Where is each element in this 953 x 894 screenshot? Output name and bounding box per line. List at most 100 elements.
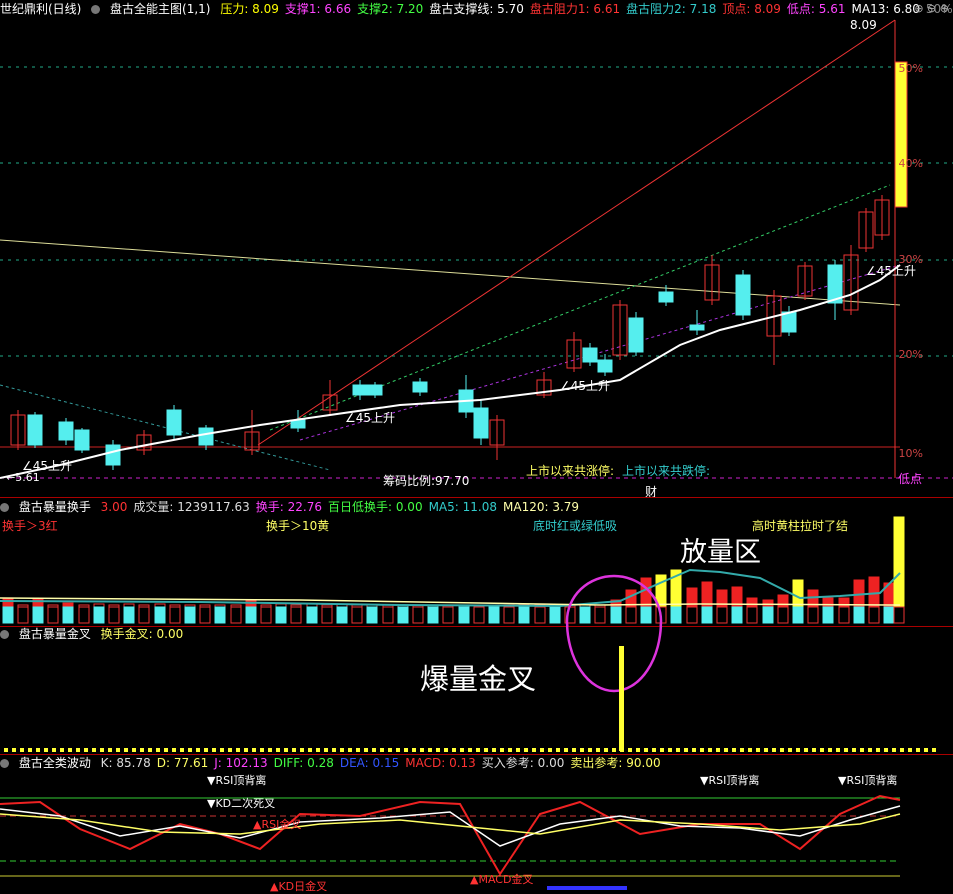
rise-label-2: ∠45上升 (345, 411, 396, 425)
lower-bar (883, 606, 895, 624)
candle (473, 407, 489, 439)
dot-mark (436, 748, 440, 752)
dot-mark (276, 748, 280, 752)
lower-bar (351, 606, 363, 624)
lower-bar (534, 606, 546, 624)
candle (105, 444, 121, 466)
dot-mark (164, 748, 168, 752)
lower-bar (701, 606, 713, 624)
dot-mark (228, 748, 232, 752)
lower-bar (154, 606, 166, 624)
dot-mark (556, 748, 560, 752)
dot-mark (324, 748, 328, 752)
candle (74, 429, 90, 451)
dot-mark (12, 748, 16, 752)
dot-mark (236, 748, 240, 752)
dot-mark (836, 748, 840, 752)
lower-bar (746, 606, 758, 624)
dot-mark (748, 748, 752, 752)
chip-ratio: 筹码比例:97.70 (383, 474, 470, 488)
kd-gold-cross: ▲KD日金叉 (270, 880, 328, 893)
dot-mark (444, 748, 448, 752)
dot-mark (412, 748, 416, 752)
dot-mark (724, 748, 728, 752)
lower-bar (366, 606, 378, 624)
lower-bar (458, 606, 470, 624)
dot-mark (700, 748, 704, 752)
candle-limit-up (894, 61, 908, 208)
dot-mark (220, 748, 224, 752)
lower-bar (214, 606, 226, 624)
dot-mark (636, 748, 640, 752)
gold-annotation: 爆量金叉 (420, 662, 537, 696)
dot-mark (652, 748, 656, 752)
lower-bar (184, 606, 196, 624)
dot-mark (124, 748, 128, 752)
dot-mark (332, 748, 336, 752)
candle (58, 421, 74, 441)
volume-bar (777, 594, 789, 608)
dot-mark (172, 748, 176, 752)
dot-mark (884, 748, 888, 752)
k-line-red (0, 794, 901, 876)
dot-mark (92, 748, 96, 752)
lower-bar (640, 606, 652, 624)
dot-mark (668, 748, 672, 752)
volume-bar (792, 579, 804, 608)
dot-mark (44, 748, 48, 752)
dot-mark (796, 748, 800, 752)
lower-bar (473, 606, 485, 624)
dot-mark (20, 748, 24, 752)
lower-bar (412, 606, 424, 624)
candle (582, 347, 598, 363)
dot-mark (508, 748, 512, 752)
lower-bar (336, 606, 348, 624)
dot-mark (204, 748, 208, 752)
lower-bar (78, 606, 90, 624)
lower-bar (321, 606, 333, 624)
lower-bar (731, 606, 743, 624)
macd-gold-cross: ▲MACD金叉 (470, 873, 534, 886)
dot-mark (100, 748, 104, 752)
dot-mark (460, 748, 464, 752)
dot-mark (932, 748, 936, 752)
dot-mark (812, 748, 816, 752)
dot-mark (140, 748, 144, 752)
dot-mark (876, 748, 880, 752)
candle (689, 324, 705, 331)
volume-bar (746, 597, 758, 608)
volume-bar (762, 599, 774, 608)
dot-mark (516, 748, 520, 752)
dot-mark (452, 748, 456, 752)
rise-label-3: ∠45上升 (560, 379, 611, 393)
ma13-line (0, 264, 901, 479)
dot-mark (524, 748, 528, 752)
lower-bar (397, 606, 409, 624)
dot-mark (244, 748, 248, 752)
dot-mark (84, 748, 88, 752)
dot-mark (156, 748, 160, 752)
dot-mark (388, 748, 392, 752)
lower-bar (47, 606, 59, 624)
price-chart[interactable] (0, 0, 953, 497)
dot-mark (492, 748, 496, 752)
dot-mark (396, 748, 400, 752)
dot-mark (36, 748, 40, 752)
dot-mark (660, 748, 664, 752)
dot-mark (252, 748, 256, 752)
lower-bar (290, 606, 302, 624)
limit-down-count: 上市以来共跌停: (622, 464, 711, 478)
volume-bar (822, 597, 834, 608)
volume-chart[interactable] (0, 498, 953, 626)
lower-bar (169, 606, 181, 624)
candle (412, 381, 428, 393)
dot-mark (684, 748, 688, 752)
dot-mark (76, 748, 80, 752)
dot-mark (212, 748, 216, 752)
dot-mark (900, 748, 904, 752)
dot-mark (580, 748, 584, 752)
volume-bar (701, 581, 713, 608)
dot-mark (868, 748, 872, 752)
dot-mark (404, 748, 408, 752)
wave-chart[interactable] (0, 754, 953, 890)
